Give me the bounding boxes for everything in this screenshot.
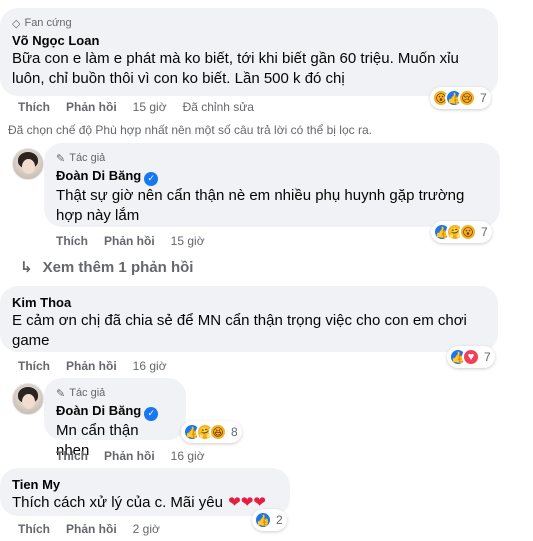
commenter-name[interactable]: Võ Ngọc Loan bbox=[12, 32, 486, 49]
author-badge: ✎ Tác giả bbox=[56, 151, 488, 165]
comment-bubble: Kim Thoa E cảm ơn chị đã chia sẻ để MN c… bbox=[0, 286, 498, 352]
reply-arrow-icon: ↳ bbox=[20, 259, 33, 276]
diamond-icon: ◇ bbox=[12, 17, 21, 30]
commenter-name[interactable]: Kim Thoa bbox=[12, 294, 486, 311]
comment-bubble: ◇ Fan cứng Võ Ngọc Loan Bữa con e làm e … bbox=[0, 8, 498, 96]
comment-actions: Thích Phản hồi 15 giờ bbox=[56, 233, 221, 249]
reaction-summary[interactable]: 👍 2 bbox=[252, 509, 287, 531]
reaction-count: 7 bbox=[481, 225, 488, 239]
like-link[interactable]: Thích bbox=[56, 233, 88, 249]
commenter-name[interactable]: Đoàn Di Băng ✓ bbox=[56, 167, 488, 186]
author-name[interactable]: Đoàn Di Băng bbox=[56, 168, 141, 183]
like-link[interactable]: Thích bbox=[56, 448, 88, 464]
pen-icon: ✎ bbox=[56, 387, 66, 400]
like-link[interactable]: Thích bbox=[18, 358, 50, 374]
commenter-name[interactable]: Đoàn Di Băng ✓ bbox=[56, 402, 174, 421]
comment-text: Thích cách xử lý của c. Mãi yêu ❤❤❤ bbox=[12, 493, 278, 513]
verified-badge-icon: ✓ bbox=[144, 171, 159, 186]
see-more-replies-button[interactable]: ↳ Xem thêm 1 phản hồi bbox=[20, 258, 194, 277]
author-badge: ✎ Tác giả bbox=[56, 386, 174, 400]
reply-bubble: ✎ Tác giả Đoàn Di Băng ✓ Thật sự giờ nên … bbox=[44, 143, 500, 227]
edited-label: Đã chỉnh sửa bbox=[182, 100, 254, 114]
timestamp[interactable]: 15 giờ bbox=[133, 99, 167, 115]
pen-icon: ✎ bbox=[56, 152, 66, 165]
reply-link[interactable]: Phản hồi bbox=[66, 99, 117, 115]
avatar[interactable] bbox=[12, 383, 44, 415]
haha-reaction-icon: 😆 bbox=[209, 423, 227, 441]
commenter-name[interactable]: Tien My bbox=[12, 476, 278, 493]
badge-label: Tác giả bbox=[69, 387, 106, 399]
love-reaction-icon: ♥ bbox=[462, 348, 480, 366]
comment-text-body: Thích cách xử lý của c. Mãi yêu bbox=[12, 494, 223, 511]
fan-badge: ◇ Fan cứng bbox=[12, 16, 486, 30]
comment-text: Thật sự giờ nên cẩn thận nè em nhiều phụ… bbox=[56, 186, 465, 224]
reply-link[interactable]: Phản hồi bbox=[66, 521, 117, 537]
comment-actions: Thích Phản hồi 16 giờ bbox=[56, 448, 221, 464]
verified-badge-icon: ✓ bbox=[144, 406, 159, 421]
badge-label: Fan cứng bbox=[24, 17, 72, 29]
comment-text: E cảm ơn chị đã chia sẻ để MN cẩn thận t… bbox=[12, 312, 467, 349]
like-reaction-icon: 👍 bbox=[254, 511, 272, 529]
comment-actions: Thích Phản hồi 15 giờ Đã chỉnh sửa bbox=[18, 99, 270, 115]
reaction-summary[interactable]: 👍 ♥ 7 bbox=[447, 346, 495, 368]
author-name[interactable]: Đoàn Di Băng bbox=[56, 403, 141, 418]
comment-text: Bữa con e làm e phát mà ko biết, tới khi… bbox=[12, 50, 459, 87]
reaction-summary[interactable]: 😮 👍 😢 7 bbox=[430, 87, 491, 109]
timestamp[interactable]: 2 giờ bbox=[133, 521, 160, 537]
reply-link[interactable]: Phản hồi bbox=[104, 448, 155, 464]
sad-reaction-icon: 😢 bbox=[458, 89, 476, 107]
reaction-summary[interactable]: 👍 🤗 😆 8 bbox=[181, 421, 242, 443]
badge-label: Tác giả bbox=[69, 152, 106, 164]
reaction-count: 7 bbox=[484, 350, 491, 364]
timestamp[interactable]: 16 giờ bbox=[171, 448, 205, 464]
timestamp[interactable]: 16 giờ bbox=[133, 358, 167, 374]
filter-note: Đã chọn chế độ Phù hợp nhất nên một số c… bbox=[8, 123, 372, 137]
reaction-count: 7 bbox=[480, 91, 487, 105]
comment-actions: Thích Phản hồi 16 giờ bbox=[18, 358, 183, 374]
comment-actions: Thích Phản hồi 2 giờ bbox=[18, 521, 176, 537]
reaction-count: 8 bbox=[231, 425, 238, 439]
wow-reaction-icon: 😮 bbox=[459, 223, 477, 241]
reply-link[interactable]: Phản hồi bbox=[66, 358, 117, 374]
reaction-count: 2 bbox=[276, 513, 283, 527]
see-more-label: Xem thêm 1 phản hồi bbox=[42, 258, 194, 276]
reply-link[interactable]: Phản hồi bbox=[104, 233, 155, 249]
like-link[interactable]: Thích bbox=[18, 521, 50, 537]
timestamp[interactable]: 15 giờ bbox=[171, 233, 205, 249]
reply-bubble: ✎ Tác giả Đoàn Di Băng ✓ Mn cẩn thận nhen bbox=[44, 378, 186, 459]
avatar[interactable] bbox=[12, 148, 44, 180]
comment-bubble: Tien My Thích cách xử lý của c. Mãi yêu … bbox=[0, 468, 290, 516]
like-link[interactable]: Thích bbox=[18, 99, 50, 115]
reaction-summary[interactable]: 👍 🤗 😮 7 bbox=[431, 221, 492, 243]
